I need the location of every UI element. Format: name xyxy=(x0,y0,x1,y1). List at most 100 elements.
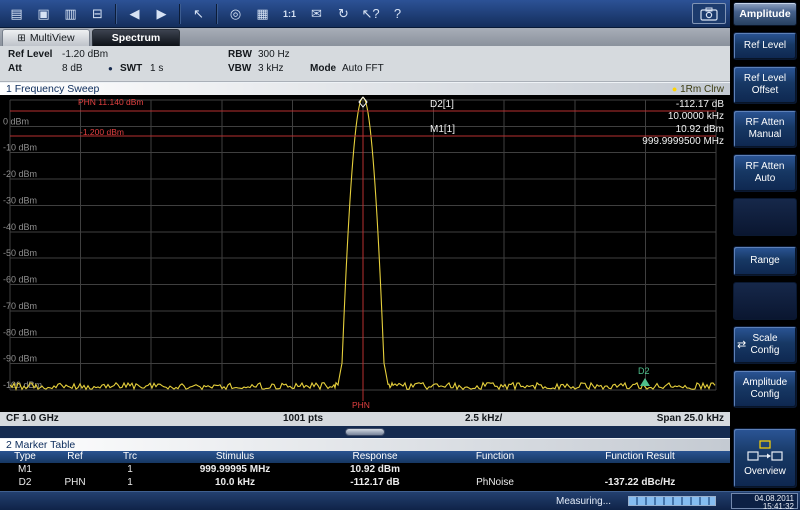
header-type: Type xyxy=(0,451,50,463)
toolbar-context-help-button[interactable]: ↖? xyxy=(358,3,383,25)
toolbar-report-view-button[interactable]: ▦ xyxy=(250,3,275,25)
report-icon: ▤ xyxy=(10,6,22,22)
toolbar-print-button[interactable]: ⊟ xyxy=(85,3,110,25)
sweep-points[interactable]: 1001 pts xyxy=(283,412,323,426)
y-axis-label: -60 dBm xyxy=(3,275,37,285)
softkey-blank-1 xyxy=(733,198,797,236)
phn-marker-axis-label: PHN xyxy=(352,400,370,410)
m1-trc: 1 xyxy=(100,463,160,476)
swt-label: SWT xyxy=(120,63,142,74)
m1-function xyxy=(440,463,550,476)
softkey-scale-config[interactable]: ⇄Scale Config xyxy=(733,326,797,364)
tab-spectrum[interactable]: Spectrum xyxy=(92,29,180,46)
m1-readout-label[interactable]: M1[1] xyxy=(430,124,455,135)
toolbar-sync-button[interactable]: ↻ xyxy=(331,3,356,25)
m1-ref xyxy=(50,463,100,476)
settings-bar: Ref Level -1.20 dBm RBW 300 Hz Att 8 dB … xyxy=(0,46,730,82)
toolbar-back-button[interactable]: ◀ xyxy=(122,3,147,25)
marker-table-row-d2[interactable]: D2 PHN 1 10.0 kHz -112.17 dB PhNoise -13… xyxy=(0,476,730,491)
envelope-icon: ✉ xyxy=(311,6,322,22)
span-value[interactable]: Span 25.0 kHz xyxy=(657,412,724,426)
d2-type: D2 xyxy=(0,476,50,491)
softkey-range[interactable]: Range xyxy=(733,246,797,276)
m1-stimulus-readout: 999.9999500 MHz xyxy=(642,136,724,147)
softkey-rf-atten-manual[interactable]: RF Atten Manual xyxy=(733,110,797,148)
measuring-status: Measuring... xyxy=(556,496,611,507)
softkey-rf-atten-auto[interactable]: RF Atten Auto xyxy=(733,154,797,192)
toolbar-pointer-button[interactable]: ↖ xyxy=(186,3,211,25)
softkey-sidebar: Amplitude Ref Level Ref Level Offset RF At… xyxy=(730,0,800,491)
d2-function: PhNoise xyxy=(440,476,550,491)
toolbar-forward-button[interactable]: ▶ xyxy=(149,3,174,25)
att-value[interactable]: 8 dB xyxy=(62,63,83,74)
print-icon: ⊟ xyxy=(92,6,103,22)
y-axis-label: -40 dBm xyxy=(3,222,37,232)
toolbar-one-to-one-button[interactable]: 1:1 xyxy=(277,3,302,25)
softkey-label: Ref Level Offset xyxy=(744,73,786,97)
header-function-result: Function Result xyxy=(550,451,730,463)
trace-color-dot-icon: ● xyxy=(672,84,677,94)
d2-readout-label[interactable]: D2[1] xyxy=(430,99,454,110)
marker-table-row-m1[interactable]: M1 1 999.99995 MHz 10.92 dBm xyxy=(0,463,730,476)
d2-stimulus-readout: 10.0000 kHz xyxy=(668,111,724,122)
att-label: Att xyxy=(8,63,22,74)
toolbar-report-button[interactable]: ▤ xyxy=(4,3,29,25)
softkey-ref-level[interactable]: Ref Level xyxy=(733,32,797,60)
header-function: Function xyxy=(440,451,550,463)
mode-label: Mode xyxy=(310,63,336,74)
toolbar-help-button[interactable]: ? xyxy=(385,3,410,25)
ref-level-value[interactable]: -1.20 dBm xyxy=(62,49,108,60)
softkey-overview-label: Overview xyxy=(744,466,786,477)
m1-function-result xyxy=(550,463,730,476)
toolbar-export-button[interactable]: ▥ xyxy=(58,3,83,25)
toolbar-zoom-chart-button[interactable]: ◎ xyxy=(223,3,248,25)
spectrum-plot-canvas: 0 dBm-10 dBm-20 dBm-30 dBm-40 dBm-50 dBm… xyxy=(0,96,730,412)
tab-bar: ⊞ MultiView Spectrum xyxy=(0,28,730,46)
screenshot-button[interactable] xyxy=(692,3,726,24)
center-frequency[interactable]: CF 1.0 GHz xyxy=(6,412,59,426)
softkey-label: Range xyxy=(750,255,779,267)
softkey-ref-level-offset[interactable]: Ref Level Offset xyxy=(733,66,797,104)
toolbar-envelope-button[interactable]: ✉ xyxy=(304,3,329,25)
zoom-chart-icon: ◎ xyxy=(230,6,241,22)
softkey-label: RF Atten Manual xyxy=(746,117,785,141)
context-help-icon: ↖? xyxy=(361,6,379,22)
swt-value[interactable]: 1 s xyxy=(150,63,163,74)
header-trc: Trc xyxy=(100,451,160,463)
swap-axes-icon: ⇄ xyxy=(737,339,746,351)
splitter-grip-handle[interactable] xyxy=(345,428,385,436)
spectrum-plot[interactable]: 0 dBm-10 dBm-20 dBm-30 dBm-40 dBm-50 dBm… xyxy=(0,96,730,412)
y-axis-label: -30 dBm xyxy=(3,195,37,205)
marker-table-title-bar[interactable]: 2 Marker Table xyxy=(0,438,730,451)
spectrum-analyzer-screen: ▤ ▣▥ ⊟ ◀▶ ↖ ◎ ▦1:1 ✉ ↻ ↖?? ⊞ MultiView Spectrum R… xyxy=(0,0,800,510)
y-axis-label: -20 dBm xyxy=(3,169,37,179)
vbw-value[interactable]: 3 kHz xyxy=(258,63,284,74)
softkey-overview[interactable]: Overview xyxy=(733,428,797,488)
vbw-label: VBW xyxy=(228,63,251,74)
ref-level-label: Ref Level xyxy=(8,49,52,60)
toolbar-separator xyxy=(115,4,117,24)
measurement-progress-bar xyxy=(628,496,716,506)
multiview-grid-icon: ⊞ xyxy=(17,33,25,44)
tab-multiview-label: MultiView xyxy=(30,32,75,44)
mode-value[interactable]: Auto FFT xyxy=(342,63,384,74)
datetime-display[interactable]: 04.08.2011 15:41:32 xyxy=(731,493,798,509)
pointer-icon: ↖ xyxy=(193,6,204,22)
tab-multiview[interactable]: ⊞ MultiView xyxy=(2,29,90,46)
time-value: 15:41:32 xyxy=(732,503,794,510)
rbw-value[interactable]: 300 Hz xyxy=(258,49,290,60)
header-stimulus: Stimulus xyxy=(160,451,310,463)
d2-trc: 1 xyxy=(100,476,160,491)
toolbar-separator xyxy=(179,4,181,24)
y-axis-label: -70 dBm xyxy=(3,301,37,311)
m1-response: 10.92 dBm xyxy=(310,463,440,476)
trace-indicator-label: 1Rm Clrw xyxy=(680,84,724,95)
softkey-amplitude-config[interactable]: Amplitude Config xyxy=(733,370,797,408)
toolbar-save-button[interactable]: ▣ xyxy=(31,3,56,25)
softkey-label: RF Atten Auto xyxy=(746,161,785,185)
softkey-menu-title: Amplitude xyxy=(733,2,797,26)
tab-spectrum-label: Spectrum xyxy=(112,32,160,44)
y-axis-label: -90 dBm xyxy=(3,354,37,364)
frequency-axis-bar: CF 1.0 GHz 1001 pts 2.5 kHz/ Span 25.0 k… xyxy=(0,412,730,426)
window1-title-bar[interactable]: 1 Frequency Sweep ● 1Rm Clrw xyxy=(0,82,730,95)
